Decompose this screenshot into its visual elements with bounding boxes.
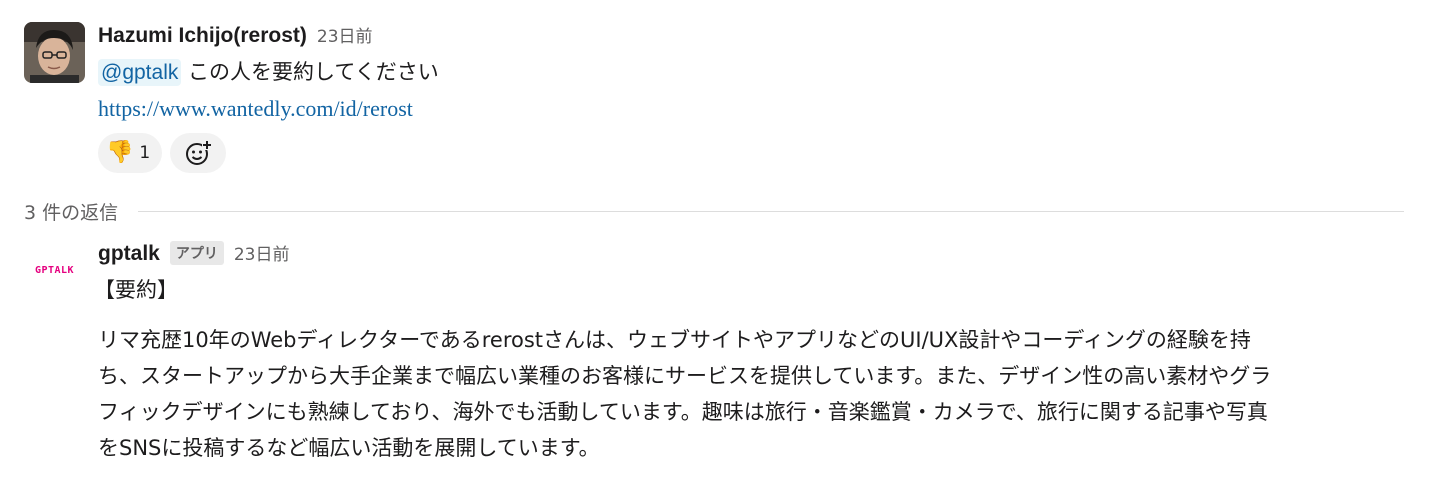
message-header: gptalk アプリ 23日前 (98, 240, 1404, 268)
summary-line: ち、スタートアップから大手企業まで幅広い業種のお客様にサービスを提供しています。… (98, 364, 1272, 388)
reply-count[interactable]: 3 件の返信 (24, 198, 118, 225)
summary-line: をSNSに投稿するなど幅広い活動を展開しています。 (98, 436, 600, 460)
divider-line (138, 210, 1404, 212)
author-name[interactable]: gptalk (98, 242, 160, 266)
timestamp[interactable]: 23日前 (234, 240, 290, 265)
gptalk-avatar[interactable]: GPTALK (24, 240, 85, 301)
profile-link[interactable]: https://www.wantedly.com/id/rerost (98, 96, 413, 121)
summary-body: リマ充歴10年のWebディレクターであるrerostさんは、ウェブサイトやアプリ… (98, 322, 1408, 466)
message-text: @gptalk この人を要約してください (98, 54, 1404, 91)
user-mention[interactable]: @gptalk (98, 59, 182, 86)
reaction-count: 1 (139, 143, 151, 163)
message-link-line: https://www.wantedly.com/id/rerost (98, 91, 1404, 127)
summary-line: フィックデザインにも熟練しており、海外でも活動しています。趣味は旅行・音楽鑑賞・… (98, 400, 1268, 424)
reaction-thumbsdown[interactable]: 👎 1 (98, 133, 163, 173)
app-badge: アプリ (169, 241, 224, 265)
replies-divider: 3 件の返信 (24, 196, 1404, 226)
summary-heading: 【要約】 (94, 278, 178, 302)
add-reaction-button[interactable] (170, 133, 227, 173)
reaction-bar: 👎 1 (98, 133, 1404, 173)
summary-line: リマ充歴10年のWebディレクターであるrerostさんは、ウェブサイトやアプリ… (98, 328, 1251, 352)
message-header: Hazumi Ichijo(rerost) 23日前 (98, 22, 1404, 50)
user-avatar[interactable] (24, 22, 85, 83)
author-name[interactable]: Hazumi Ichijo(rerost) (98, 24, 307, 48)
add-emoji-icon (186, 140, 213, 165)
gptalk-logo: GPTALK (34, 265, 75, 276)
thumbsdown-icon: 👎 (106, 140, 134, 165)
message-body: この人を要約してください (188, 60, 439, 84)
timestamp[interactable]: 23日前 (317, 22, 373, 47)
